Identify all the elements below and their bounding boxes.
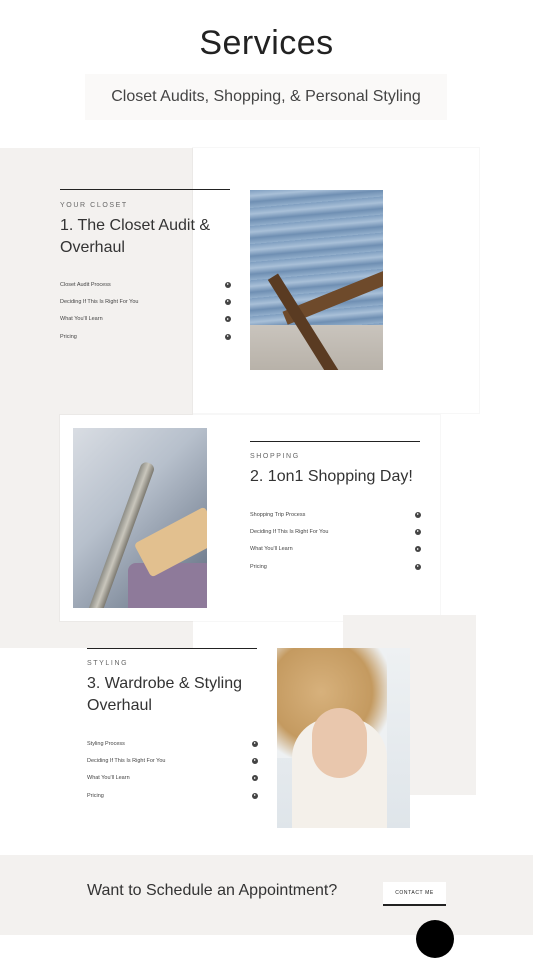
accordion-item[interactable]: Closet Audit Process (60, 276, 231, 293)
play-circle-icon (252, 775, 258, 782)
section-1-heading: 1. The Closet Audit & Overhaul (60, 217, 211, 256)
section-1-list: Closet Audit Process Deciding If This Is… (60, 276, 231, 345)
subtitle-box: Closet Audits, Shopping, & Personal Styl… (85, 74, 447, 120)
cta-text: Want to Schedule an Appointment? (87, 882, 338, 899)
accordion-item[interactable]: Pricing (250, 558, 421, 575)
play-circle-icon (415, 563, 421, 570)
play-circle-icon (252, 757, 258, 764)
section-3-list: Styling Process Deciding If This Is Righ… (87, 735, 258, 804)
play-circle-icon (252, 792, 258, 799)
accordion-item[interactable]: Pricing (60, 328, 231, 345)
accordion-item[interactable]: Deciding If This Is Right For You (250, 523, 421, 540)
jeans-photo (250, 190, 383, 370)
section-1-eyebrow: YOUR CLOSET (60, 202, 128, 209)
play-circle-icon (415, 511, 421, 518)
chat-bubble-icon[interactable] (416, 920, 454, 958)
hangers-photo (73, 428, 207, 608)
section-3-eyebrow: STYLING (87, 660, 129, 667)
section-2-list: Shopping Trip Process Deciding If This I… (250, 506, 421, 575)
play-circle-icon (225, 333, 231, 340)
play-circle-icon (415, 546, 421, 553)
page-subtitle: Closet Audits, Shopping, & Personal Styl… (111, 88, 421, 105)
accordion-item[interactable]: What You'll Learn (250, 541, 421, 558)
accordion-item[interactable]: Deciding If This Is Right For You (60, 293, 231, 310)
accordion-item[interactable]: Deciding If This Is Right For You (87, 752, 258, 769)
page-title: Services (199, 24, 334, 62)
woman-photo (277, 648, 410, 828)
accordion-item[interactable]: Pricing (87, 787, 258, 804)
play-circle-icon (225, 298, 231, 305)
accordion-item[interactable]: Styling Process (87, 735, 258, 752)
section-2-rule (250, 441, 420, 442)
play-circle-icon (225, 316, 231, 323)
accordion-item[interactable]: What You'll Learn (87, 770, 258, 787)
section-3-heading: 3. Wardrobe & Styling Overhaul (87, 675, 243, 714)
section-3-rule (87, 648, 257, 649)
section-2-heading: 2. 1on1 Shopping Day! (250, 468, 413, 485)
play-circle-icon (252, 740, 258, 747)
play-circle-icon (225, 281, 231, 288)
section-1-rule (60, 189, 230, 190)
section-2-eyebrow: SHOPPING (250, 453, 300, 460)
play-circle-icon (415, 528, 421, 535)
contact-button[interactable]: CONTACT ME (383, 882, 446, 906)
accordion-item[interactable]: Shopping Trip Process (250, 506, 421, 523)
accordion-item[interactable]: What You'll Learn (60, 311, 231, 328)
